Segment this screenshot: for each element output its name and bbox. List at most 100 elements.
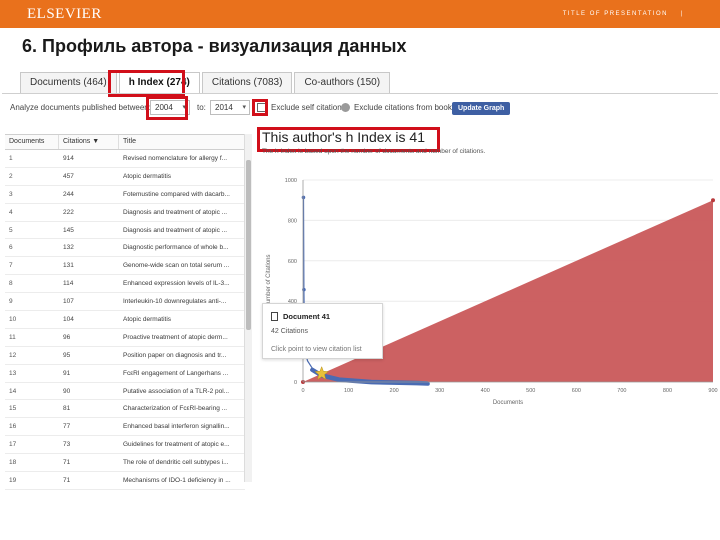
table-row[interactable]: 16 77 Enhanced basal interferon signallin.…	[5, 418, 245, 437]
row-number: 10	[9, 316, 17, 324]
table-row[interactable]: 6 132 Diagnostic performance of whole b...	[5, 239, 245, 258]
row-citations: 244	[63, 190, 74, 198]
table-row[interactable]: 13 91 FcεRI engagement of Langerhans ...	[5, 365, 245, 383]
row-title[interactable]: Proactive treatment of atopic derm...	[119, 329, 245, 346]
row-number: 16	[9, 423, 17, 431]
x-tick-label: 700	[617, 388, 626, 394]
x-tick-label: 900	[708, 388, 717, 394]
row-citations: 131	[63, 262, 74, 270]
header-documents[interactable]: Documents	[5, 135, 59, 149]
row-citations: 457	[63, 172, 74, 180]
row-number: 2	[9, 172, 13, 180]
header-citations-label: Citations	[63, 138, 91, 145]
y-tick-label: 800	[288, 218, 297, 224]
row-number: 5	[9, 226, 13, 234]
from-year-select[interactable]: 2004 ▾	[150, 100, 190, 115]
row-title[interactable]: Diagnostic performance of whole b...	[119, 239, 245, 256]
chart-title: This author's h Index is 41	[262, 129, 425, 145]
table-row[interactable]: 19 71 Mechanisms of IDO-1 deficiency in ..…	[5, 472, 245, 490]
y-axis-label: Number of Citations	[266, 254, 272, 307]
tab-co-authors[interactable]: Co-authors (150)	[294, 72, 391, 94]
elsevier-logo: ELSEVIER	[27, 6, 102, 22]
area-end-point	[711, 198, 715, 203]
tooltip-link[interactable]: Click point to view citation list	[271, 346, 362, 353]
row-number: 17	[9, 441, 17, 449]
table-row[interactable]: 9 107 Interleukin-10 downregulates anti-..…	[5, 293, 245, 312]
row-citations: 81	[63, 405, 71, 413]
chevron-down-icon: ▾	[182, 104, 186, 111]
row-title[interactable]: Atopic dermatitis	[119, 311, 245, 328]
table-row[interactable]: 15 81 Characterization of FcεRI-bearing ..…	[5, 400, 245, 419]
header-citations[interactable]: Citations ▼	[59, 135, 119, 149]
row-title[interactable]: Characterization of FcεRI-bearing ...	[119, 400, 245, 417]
exclude-books-label: Exclude citations from books	[354, 103, 456, 112]
x-tick-label: 500	[526, 388, 535, 394]
row-title[interactable]: Interleukin-10 downregulates anti-...	[119, 293, 245, 310]
row-number: 12	[9, 351, 17, 359]
table-row[interactable]: 2 457 Atopic dermatitis	[5, 168, 245, 186]
x-tick-label: 100	[344, 388, 353, 394]
row-citations: 96	[63, 333, 71, 341]
to-year-value: 2014	[215, 103, 233, 112]
row-citations: 71	[63, 459, 71, 467]
row-title[interactable]: Putative association of a TLR-2 pol...	[119, 383, 245, 400]
y-tick-label: 600	[288, 259, 297, 265]
table-row[interactable]: 4 222 Diagnosis and treatment of atopic ..…	[5, 204, 245, 222]
row-number: 14	[9, 387, 17, 395]
row-title[interactable]: The role of dendritic cell subtypes i...	[119, 454, 245, 471]
tab-citations[interactable]: Citations (7083)	[201, 72, 293, 94]
row-title[interactable]: Genome-wide scan on total serum ...	[119, 257, 245, 274]
tooltip-citations: 42 Citations	[271, 328, 308, 335]
row-title[interactable]: Fotemustine compared with dacarb...	[119, 186, 245, 203]
row-title[interactable]: Diagnosis and treatment of atopic ...	[119, 222, 245, 239]
row-title[interactable]: Diagnosis and treatment of atopic ...	[119, 204, 245, 221]
update-graph-button[interactable]: Update Graph	[452, 102, 511, 115]
header-bar: ELSEVIER TITLE OF PRESENTATION |	[0, 0, 720, 28]
exclude-self-citations-checkbox[interactable]	[257, 103, 266, 112]
table-row[interactable]: 17 73 Guidelines for treatment of atopic e…	[5, 436, 245, 455]
row-title[interactable]: Guidelines for treatment of atopic e...	[119, 436, 245, 453]
table-row[interactable]: 8 114 Enhanced expression levels of IL-3..…	[5, 275, 245, 294]
table-row[interactable]: 14 90 Putative association of a TLR-2 pol.…	[5, 383, 245, 401]
documents-table: Documents Citations ▼ Title 1 914 Revised …	[5, 134, 245, 490]
from-year-value: 2004	[155, 103, 173, 112]
table-row[interactable]: 12 95 Position paper on diagnosis and tr..…	[5, 347, 245, 365]
to-year-select[interactable]: 2014 ▾	[210, 100, 250, 115]
table-row[interactable]: 1 914 Revised nomenclature for allergy f..…	[5, 150, 245, 168]
x-tick-label: 200	[390, 388, 399, 394]
tab-h-index[interactable]: h Index (274)	[118, 72, 200, 94]
row-citations: 73	[63, 441, 71, 449]
x-tick-label: 400	[481, 388, 490, 394]
citation-point	[301, 195, 306, 200]
row-title[interactable]: FcεRI engagement of Langerhans ...	[119, 365, 245, 382]
row-title[interactable]: Atopic dermatitis	[119, 168, 245, 185]
table-row[interactable]: 5 145 Diagnosis and treatment of atopic ..…	[5, 222, 245, 240]
row-title[interactable]: Enhanced expression levels of IL-3...	[119, 275, 245, 292]
table-row[interactable]: 18 71 The role of dendritic cell subtypes …	[5, 454, 245, 473]
table-row[interactable]: 11 96 Proactive treatment of atopic derm..…	[5, 329, 245, 347]
exclude-books-radio[interactable]	[341, 103, 350, 112]
row-number: 13	[9, 369, 17, 377]
table-row[interactable]: 10 104 Atopic dermatitis	[5, 311, 245, 329]
to-label: to:	[197, 103, 206, 112]
row-title[interactable]: Enhanced basal interferon signallin...	[119, 418, 245, 435]
table-row[interactable]: 3 244 Fotemustine compared with dacarb...	[5, 186, 245, 204]
document-icon	[271, 312, 278, 321]
y-tick-label: 0	[294, 380, 297, 386]
row-title[interactable]: Position paper on diagnosis and tr...	[119, 347, 245, 364]
row-citations: 132	[63, 244, 74, 252]
row-title[interactable]: Revised nomenclature for allergy f...	[119, 150, 245, 167]
row-title[interactable]: Mechanisms of IDO-1 deficiency in ...	[119, 472, 245, 489]
table-row[interactable]: 7 131 Genome-wide scan on total serum ...	[5, 257, 245, 276]
document-tooltip[interactable]: Document 41 42 Citations Click point to …	[262, 303, 383, 359]
row-citations: 914	[63, 155, 74, 162]
row-citations: 91	[63, 369, 71, 377]
header-title[interactable]: Title	[119, 135, 245, 149]
y-tick-label: 1000	[285, 178, 297, 184]
tab-documents[interactable]: Documents (464)	[20, 72, 117, 94]
table-scrollbar[interactable]	[244, 134, 252, 482]
chart-subtitle: The h Index is based upon the number of …	[262, 148, 486, 155]
tooltip-title: Document 41	[283, 312, 331, 321]
row-number: 1	[9, 155, 13, 162]
scrollbar-thumb[interactable]	[246, 160, 251, 330]
